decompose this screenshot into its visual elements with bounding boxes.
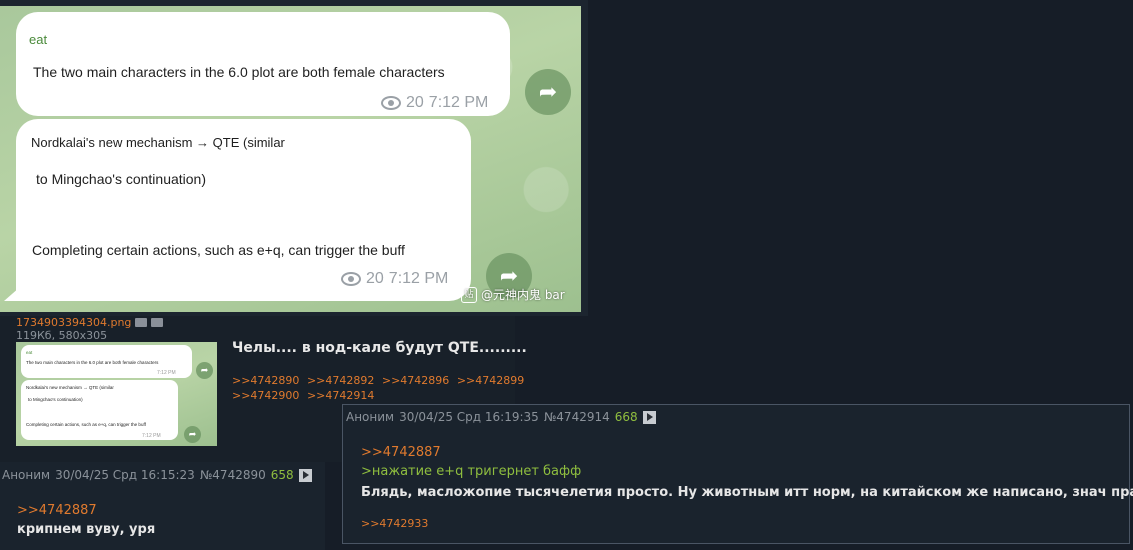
message-bubble-1: eat The two main characters in the 6.0 p… [16,12,510,116]
op-thumbnail[interactable]: eat The two main characters in the 6.0 p… [16,342,217,446]
replies-line-2: >>4742900 >>4742914 [232,388,528,403]
bubble-tail [4,287,20,301]
thumb-share-icon-2: ➦ [184,426,201,443]
reply-link[interactable]: >>4742890 [232,374,299,387]
reply-link[interactable]: >>4742900 [232,389,299,402]
message-2-line-1: Nordkalai's new mechanism → QTE (similar [31,135,285,150]
message-bubble-2: Nordkalai's new mechanism → QTE (similar… [16,119,471,301]
thumb-text-1: The two main characters in the 6.0 plot … [26,360,159,365]
post1-author: Аноним [2,468,51,482]
eye-icon [341,272,361,286]
watermark: 贴 @元神内鬼 bar [461,286,565,303]
message-2-line-3: Completing certain actions, such as e+q,… [32,242,405,258]
post2-author: Аноним [346,410,395,424]
eye-icon [381,96,401,110]
thumb-text-2b: to Mingchao's continuation) [28,397,83,402]
share-arrow-icon: ➦ [525,69,571,115]
op-file-info: 1734903394304.png [16,316,164,329]
telegram-screenshot: eat The two main characters in the 6.0 p… [0,6,581,312]
weibo-logo-icon: 贴 [461,286,477,303]
message-1-text: The two main characters in the 6.0 plot … [33,64,445,80]
post1-header: Аноним 30/04/25 Срд 16:15:23 №4742890 65… [2,468,312,482]
play-icon[interactable] [298,468,312,482]
post1-number[interactable]: №4742890 [200,468,266,482]
message-1-views: 20 [406,94,424,111]
expanded-image[interactable]: eat The two main characters in the 6.0 p… [0,0,588,316]
op-file-meta: 119Кб, 580x305 [16,329,108,342]
post1-reply-link[interactable]: >>4742887 [17,503,97,518]
post2-text: Блядь, масложопие тысячелетия просто. Ну… [361,485,1133,500]
reply-link[interactable]: >>4742892 [307,374,374,387]
message-1-meta: 20 7:12 PM [381,94,488,112]
image-menu-icon[interactable] [151,318,164,327]
thumb-time-2: 7:12 PM [142,433,161,439]
thumb-bubble-2: Nordkalai's new mechanism → QTE (similar… [21,380,178,440]
thumb-text-2c: Completing certain actions, such as e+q,… [26,422,146,427]
op-file-name[interactable]: 1734903394304.png [16,316,131,329]
message-author: eat [29,32,48,47]
thumb-share-icon: ➦ [196,362,213,379]
post2-header: Аноним 30/04/25 Срд 16:19:35 №4742914 66… [346,410,656,424]
post2-count: 668 [614,410,638,424]
message-2-line-2: to Mingchao's continuation) [36,171,206,187]
message-1-time: 7:12 PM [428,94,489,111]
post2-quote: >нажатие е+q тригернет бафф [361,464,582,479]
post1-date: 30/04/25 Срд 16:15:23 [55,468,195,482]
message-2-time: 7:12 PM [388,270,449,287]
op-replies: >>4742890 >>4742892 >>4742896 >>4742899 … [232,373,528,403]
post2-number[interactable]: №4742914 [544,410,610,424]
post2-answer-link[interactable]: >>4742933 [361,517,428,530]
post1-count: 658 [270,468,294,482]
op-text: Челы.... в нод-кале будут QTE......... [232,340,527,356]
reply-link[interactable]: >>4742896 [382,374,449,387]
post2-reply-link[interactable]: >>4742887 [361,445,441,460]
thumb-time-1: 7:12 PM [157,370,176,376]
message-2-meta: 20 7:12 PM [341,270,448,288]
reply-link[interactable]: >>4742914 [307,389,374,402]
watermark-text: @元神内鬼 bar [481,288,565,302]
message-2-views: 20 [366,270,384,287]
thumb-author: eat [26,350,33,355]
reply-link[interactable]: >>4742899 [457,374,524,387]
post1-text: крипнем вуву, уря [17,522,156,537]
thumb-text-2a: Nordkalai's new mechanism → QTE (similar [26,385,114,390]
thumb-bubble-1: eat The two main characters in the 6.0 p… [21,345,192,378]
image-search-icon[interactable] [135,318,148,327]
play-icon[interactable] [642,410,656,424]
post2-date: 30/04/25 Срд 16:19:35 [399,410,539,424]
replies-line-1: >>4742890 >>4742892 >>4742896 >>4742899 [232,373,528,388]
